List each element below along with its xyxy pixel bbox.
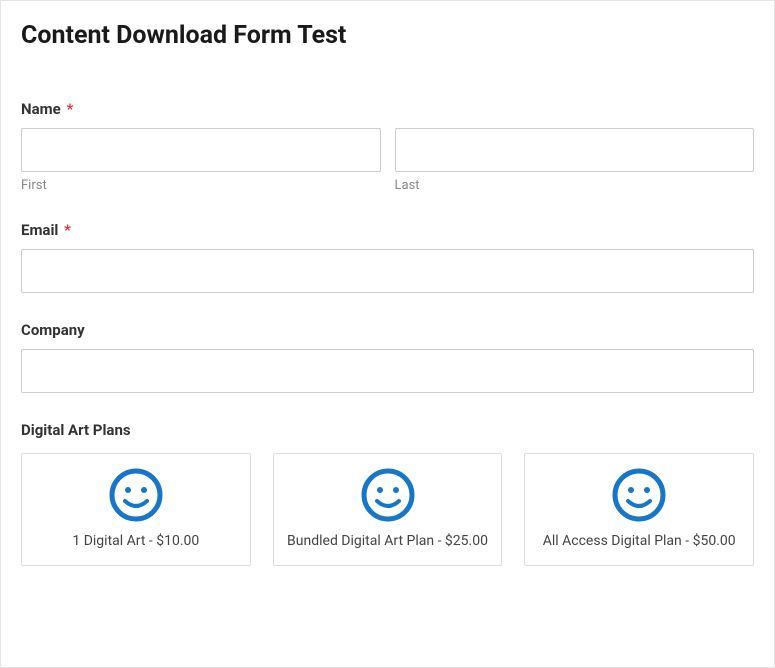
plan-label-2: Bundled Digital Art Plan - $25.00 [284,532,492,551]
name-label: Name * [21,100,754,118]
page-title: Content Download Form Test [21,21,754,50]
plan-card-2[interactable]: Bundled Digital Art Plan - $25.00 [273,453,503,566]
plans-label: Digital Art Plans [21,421,754,439]
plans-section: Digital Art Plans 1 Digital Art - $10.00 [21,421,754,566]
plan-label-3: All Access Digital Plan - $50.00 [535,532,743,551]
company-label: Company [21,321,754,339]
smiley-icon [32,466,240,524]
plan-label-1: 1 Digital Art - $10.00 [32,532,240,551]
company-input[interactable] [21,349,754,393]
smiley-icon [535,466,743,524]
name-field: Name * First Last [21,100,754,193]
company-field: Company [21,321,754,393]
plan-card-3[interactable]: All Access Digital Plan - $50.00 [524,453,754,566]
name-label-text: Name [21,100,61,118]
plan-card-1[interactable]: 1 Digital Art - $10.00 [21,453,251,566]
smiley-icon [284,466,492,524]
last-name-input[interactable] [395,128,755,172]
email-label: Email * [21,221,754,239]
first-name-sublabel: First [21,178,381,193]
email-field: Email * [21,221,754,293]
email-input[interactable] [21,249,754,293]
first-name-input[interactable] [21,128,381,172]
required-asterisk: * [66,100,73,118]
last-name-sublabel: Last [395,178,755,193]
required-asterisk: * [64,221,71,239]
email-label-text: Email [21,221,58,239]
